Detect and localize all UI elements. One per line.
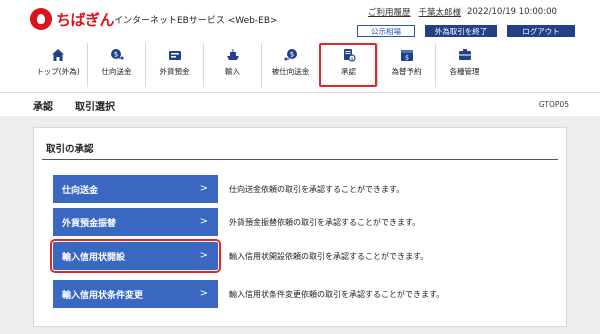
user-name[interactable]: 千葉太郎様	[419, 6, 462, 18]
nav-label: 承認	[341, 67, 356, 76]
action-label: 輸入信用状条件変更	[62, 290, 144, 301]
end-fx-button[interactable]: 外為取引を終了	[425, 25, 497, 37]
import-lc-open-approval-button[interactable]: 輸入信用状開設 >	[50, 239, 221, 273]
panel-title: 取引の承認	[46, 144, 94, 155]
chevron-right-icon: >	[199, 250, 208, 261]
approval-panel: 取引の承認 仕向送金 > 仕向送金依頼の取引を承認することができます。 外貨預金…	[33, 127, 567, 327]
nav-item-fx-contract[interactable]: $ 為替予約	[377, 43, 435, 87]
nav-label: 仕向送金	[101, 67, 132, 76]
global-nav: トップ(外為) $ 仕向送金 外貨預金 輸入 $ 被仕向送金 $ 承認 $ 為替…	[29, 43, 493, 87]
action-description: 輸入信用状条件変更依頼の取引を承認することができます。	[229, 290, 445, 299]
svg-text:$: $	[405, 55, 409, 62]
page-title: 取引選択	[75, 102, 115, 113]
login-datetime: 2022/10/19 10:00:00	[467, 7, 557, 17]
deposit-transfer-approval-button[interactable]: 外貨預金振替 >	[53, 208, 218, 236]
header: ちばぎん インターネットEBサービス <Web-EB> ご利用履歴 千葉太郎様 …	[0, 0, 600, 92]
screen-code: GTOP05	[538, 100, 569, 109]
deposit-icon	[168, 51, 181, 60]
action-row-deposit-transfer: 外貨預金振替 > 外貨預金振替依頼の取引を承認することができます。	[53, 208, 533, 236]
svg-text:$: $	[350, 56, 353, 62]
nav-item-inbound-remittance[interactable]: $ 被仕向送金	[261, 43, 319, 87]
header-buttons: 公示相場 外為取引を終了 ログアウト	[357, 25, 575, 37]
usage-history-link[interactable]: ご利用履歴	[368, 6, 411, 18]
action-label: 外貨預金振替	[62, 218, 117, 229]
nav-item-remittance[interactable]: $ 仕向送金	[87, 43, 145, 87]
logout-button[interactable]: ログアウト	[507, 25, 575, 37]
logo-mark-icon	[30, 8, 52, 30]
nav-label: 輸入	[225, 67, 240, 76]
action-description: 外貨預金振替依頼の取引を承認することができます。	[229, 218, 421, 227]
nav-label: 被仕向送金	[271, 67, 310, 76]
inbound-remittance-icon: $	[283, 49, 297, 61]
nav-label: トップ(外為)	[36, 67, 80, 76]
management-icon	[458, 49, 471, 60]
action-description: 輸入信用状開設依頼の取引を承認することができます。	[229, 252, 429, 261]
approval-icon: $	[343, 49, 356, 62]
svg-text:$: $	[113, 51, 117, 59]
bank-logo[interactable]: ちばぎん	[30, 8, 115, 30]
nav-item-management[interactable]: 各種管理	[435, 43, 493, 87]
nav-item-top[interactable]: トップ(外為)	[29, 43, 87, 87]
chevron-right-icon: >	[199, 288, 208, 299]
section-title: 承認	[33, 102, 53, 113]
nav-label: 為替予約	[391, 67, 422, 76]
action-row-import-lc-amend: 輸入信用状条件変更 > 輸入信用状条件変更依頼の取引を承認することができます。	[53, 280, 533, 308]
action-row-import-lc-open: 輸入信用状開設 > 輸入信用状開設依頼の取引を承認することができます。	[50, 239, 533, 273]
page-titlebar: 承認 取引選択 GTOP05	[0, 92, 600, 116]
nav-label: 各種管理	[449, 67, 480, 76]
import-ship-icon	[226, 49, 239, 60]
import-lc-amend-approval-button[interactable]: 輸入信用状条件変更 >	[53, 280, 218, 308]
remittance-icon: $	[110, 49, 124, 60]
remittance-approval-button[interactable]: 仕向送金 >	[53, 175, 218, 203]
panel-divider	[42, 159, 558, 160]
chevron-right-icon: >	[199, 216, 208, 227]
nav-item-approval[interactable]: $ 承認	[319, 43, 377, 87]
public-rates-button[interactable]: 公示相場	[357, 25, 415, 37]
home-icon	[52, 49, 64, 61]
nav-label: 外貨預金	[159, 67, 190, 76]
logo-text: ちばぎん	[56, 10, 115, 29]
action-description: 仕向送金依頼の取引を承認することができます。	[229, 185, 405, 194]
fx-contract-icon: $	[400, 50, 413, 62]
action-label: 仕向送金	[62, 185, 99, 196]
chevron-right-icon: >	[199, 183, 208, 194]
nav-item-import[interactable]: 輸入	[203, 43, 261, 87]
utility-links: ご利用履歴 千葉太郎様 2022/10/19 10:00:00	[368, 6, 557, 18]
service-name: インターネットEBサービス <Web-EB>	[114, 16, 278, 26]
action-row-remittance: 仕向送金 > 仕向送金依頼の取引を承認することができます。	[53, 175, 533, 203]
svg-text:$: $	[289, 51, 293, 59]
nav-item-deposit[interactable]: 外貨預金	[145, 43, 203, 87]
action-label: 輸入信用状開設	[62, 252, 126, 263]
